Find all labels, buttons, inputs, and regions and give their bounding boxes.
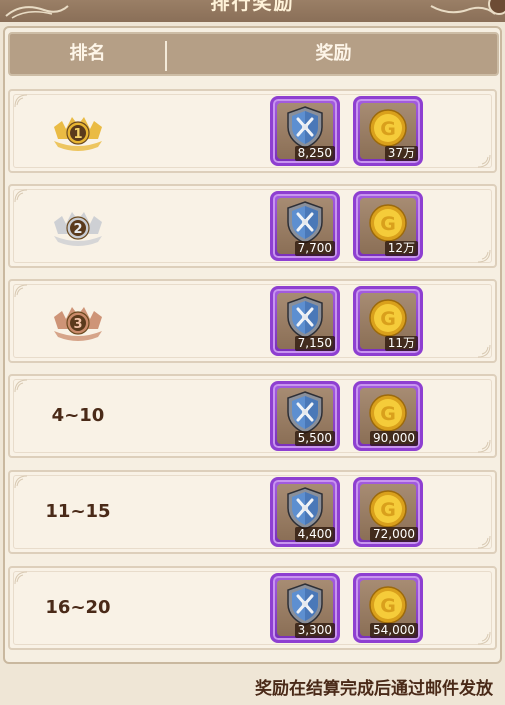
rank-range: 11~15: [45, 501, 111, 522]
item-quantity: 7,150: [294, 336, 335, 351]
shield-icon: [285, 390, 325, 434]
gold-medal-icon: 1: [48, 107, 108, 155]
corner-ornament-icon: [475, 249, 491, 263]
corner-ornament-icon: [14, 284, 30, 298]
reward-item-shield[interactable]: 7,700: [270, 191, 340, 261]
header-reward: 奖励: [315, 43, 352, 64]
item-quantity: 37万: [384, 146, 418, 161]
reward-row: 11~15 4,400 72,000: [8, 470, 497, 554]
rank-range: 4~10: [51, 405, 105, 426]
reward-row: 1 8,250 37万: [8, 89, 497, 173]
bronze-medal-icon: 3: [48, 297, 108, 345]
item-quantity: 54,000: [370, 623, 418, 638]
item-quantity: 12万: [384, 241, 418, 256]
gold-coin-icon: [368, 486, 408, 530]
shield-icon: [285, 486, 325, 530]
corner-ornament-icon: [475, 344, 491, 358]
gold-coin-icon: [368, 200, 408, 244]
item-quantity: 3,300: [294, 623, 335, 638]
item-quantity: 11万: [384, 336, 418, 351]
item-quantity: 8,250: [294, 146, 335, 161]
gold-coin-icon: [368, 582, 408, 626]
item-quantity: 7,700: [294, 241, 335, 256]
header-rank: 排名: [69, 43, 106, 64]
rank-number: 2: [73, 222, 82, 237]
rank-number: 1: [73, 127, 82, 142]
reward-item-shield[interactable]: 3,300: [270, 573, 340, 643]
shield-icon: [285, 295, 325, 339]
reward-item-coin[interactable]: 72,000: [353, 477, 423, 547]
reward-row: 4~10 5,500 90,000: [8, 374, 497, 458]
corner-ornament-icon: [475, 631, 491, 645]
footer-note: 奖励在结算完成后通过邮件发放: [255, 679, 493, 699]
table-header: 排名 奖励: [8, 32, 499, 76]
reward-item-coin[interactable]: 11万: [353, 286, 423, 356]
header-divider: [165, 41, 167, 71]
reward-item-coin[interactable]: 12万: [353, 191, 423, 261]
item-quantity: 72,000: [370, 527, 418, 542]
corner-ornament-icon: [14, 94, 30, 108]
reward-item-coin[interactable]: 54,000: [353, 573, 423, 643]
gold-coin-icon: [368, 390, 408, 434]
reward-row: 16~20 3,300 54,000: [8, 566, 497, 650]
corner-ornament-icon: [475, 535, 491, 549]
gold-coin-icon: [368, 295, 408, 339]
reward-row: 2 7,700 12万: [8, 184, 497, 268]
corner-ornament-icon: [475, 154, 491, 168]
reward-item-coin[interactable]: 37万: [353, 96, 423, 166]
shield-icon: [285, 105, 325, 149]
gold-coin-icon: [368, 105, 408, 149]
corner-ornament-icon: [14, 189, 30, 203]
corner-ornament-icon: [475, 439, 491, 453]
title-ornament-icon: [430, 0, 505, 15]
reward-item-shield[interactable]: 8,250: [270, 96, 340, 166]
reward-item-shield[interactable]: 5,500: [270, 381, 340, 451]
shield-icon: [285, 200, 325, 244]
shield-icon: [285, 582, 325, 626]
reward-row: 3 7,150 11万: [8, 279, 497, 363]
rank-number: 3: [73, 317, 82, 332]
item-quantity: 4,400: [294, 527, 335, 542]
item-quantity: 90,000: [370, 431, 418, 446]
reward-item-shield[interactable]: 7,150: [270, 286, 340, 356]
title-bar: 排行奖励: [0, 0, 505, 22]
silver-medal-icon: 2: [48, 202, 108, 250]
item-quantity: 5,500: [294, 431, 335, 446]
reward-item-shield[interactable]: 4,400: [270, 477, 340, 547]
rank-range: 16~20: [45, 597, 111, 618]
reward-item-coin[interactable]: 90,000: [353, 381, 423, 451]
